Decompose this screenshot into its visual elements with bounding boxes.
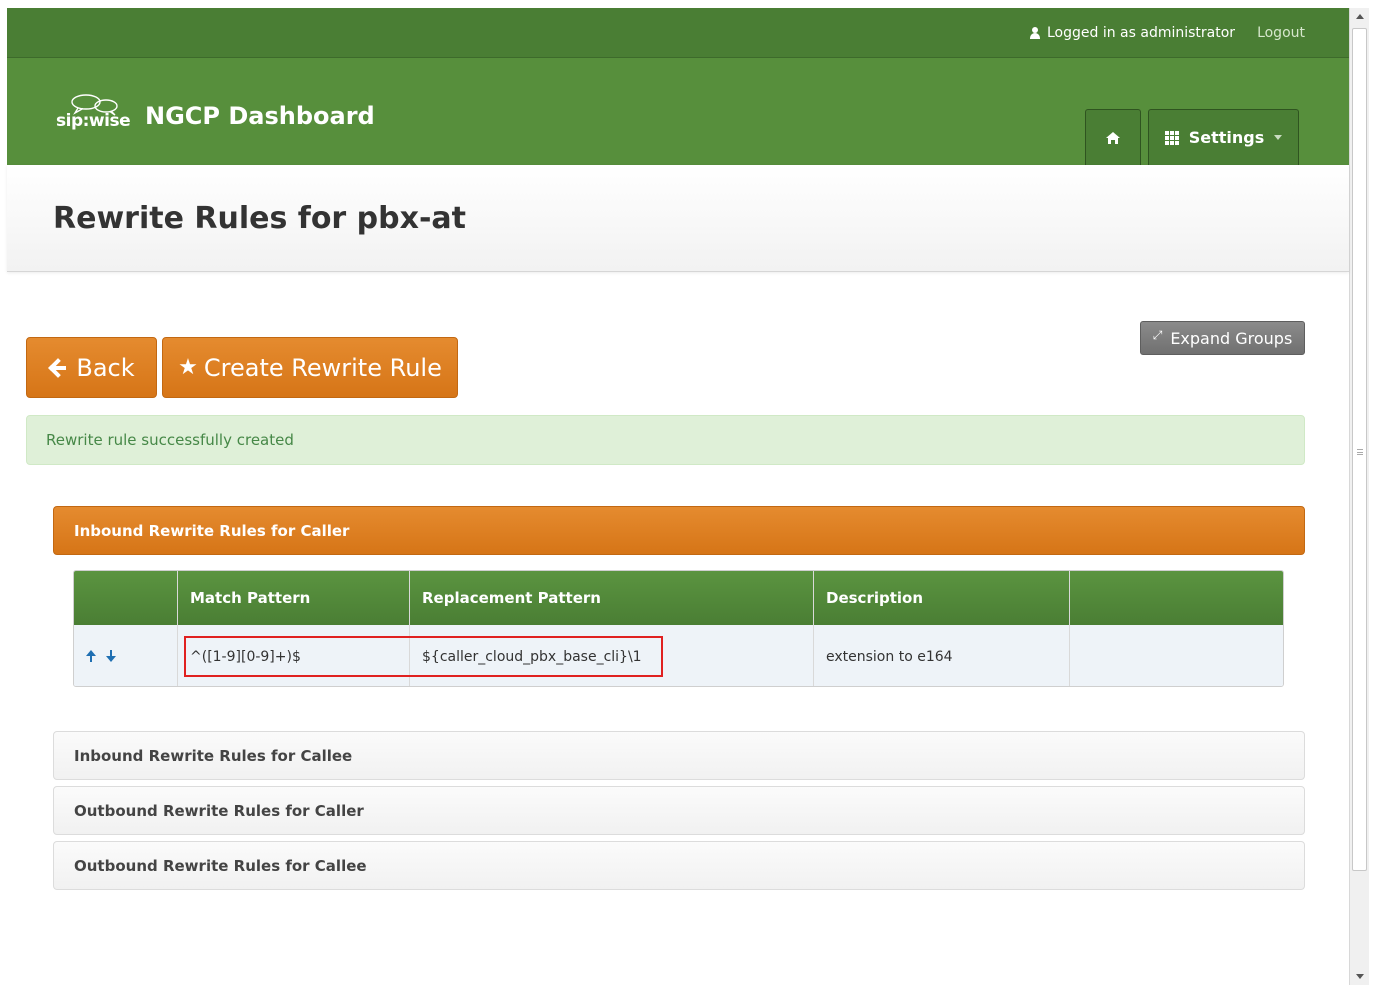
star-icon: ★ bbox=[178, 354, 198, 380]
group-title: Inbound Rewrite Rules for Caller bbox=[74, 521, 350, 540]
group-header-inbound-caller[interactable]: Inbound Rewrite Rules for Caller bbox=[53, 506, 1305, 555]
group-title: Outbound Rewrite Rules for Callee bbox=[74, 856, 367, 875]
expand-groups-button[interactable]: ⤢ Expand Groups bbox=[1140, 321, 1305, 355]
grip-icon bbox=[1357, 449, 1363, 455]
column-header-actions bbox=[74, 571, 178, 625]
user-icon bbox=[1029, 27, 1041, 39]
caret-down-icon bbox=[1274, 135, 1283, 140]
group-header-outbound-callee[interactable]: Outbound Rewrite Rules for Callee bbox=[53, 841, 1305, 890]
sipwise-logo[interactable]: sip:wise bbox=[56, 91, 141, 131]
logged-in-label: Logged in as administrator bbox=[1046, 25, 1236, 41]
logout-link[interactable]: Logout bbox=[1257, 25, 1305, 41]
page-header: Rewrite Rules for pbx-at bbox=[7, 165, 1349, 272]
page-title: Rewrite Rules for pbx-at bbox=[53, 201, 466, 236]
description-cell: extension to e164 bbox=[814, 625, 1070, 686]
window-scrollbar[interactable] bbox=[1349, 8, 1369, 985]
highlight-annotation-box bbox=[184, 636, 663, 677]
group-header-inbound-callee[interactable]: Inbound Rewrite Rules for Callee bbox=[53, 731, 1305, 780]
user-info: Logged in as administrator Logout bbox=[1029, 8, 1305, 58]
group-title: Outbound Rewrite Rules for Caller bbox=[74, 801, 364, 820]
alert-message: Rewrite rule successfully created bbox=[46, 431, 294, 449]
top-bar: Logged in as administrator Logout bbox=[7, 8, 1349, 58]
back-button[interactable]: Back bbox=[26, 337, 157, 398]
scroll-down-arrow-icon[interactable] bbox=[1353, 969, 1367, 983]
create-button-label: Create Rewrite Rule bbox=[203, 353, 442, 382]
grid-icon bbox=[1164, 130, 1179, 145]
success-alert: Rewrite rule successfully created bbox=[26, 415, 1305, 465]
home-icon bbox=[1106, 131, 1120, 144]
column-header-description[interactable]: Description bbox=[814, 571, 1070, 625]
row-move-cell bbox=[74, 625, 178, 686]
scroll-up-arrow-icon[interactable] bbox=[1353, 10, 1367, 24]
move-down-icon[interactable] bbox=[106, 649, 116, 662]
expand-button-label: Expand Groups bbox=[1170, 328, 1293, 348]
column-header-replacement-pattern[interactable]: Replacement Pattern bbox=[410, 571, 814, 625]
settings-menu-button[interactable]: Settings bbox=[1148, 109, 1299, 165]
back-button-label: Back bbox=[76, 353, 135, 382]
brand-bar: sip:wise NGCP Dashboard Settings bbox=[7, 58, 1349, 165]
arrow-left-icon bbox=[48, 359, 68, 377]
group-header-outbound-caller[interactable]: Outbound Rewrite Rules for Caller bbox=[53, 786, 1305, 835]
table-header-row: Match Pattern Replacement Pattern Descri… bbox=[74, 571, 1283, 625]
group-title: Inbound Rewrite Rules for Callee bbox=[74, 746, 353, 765]
scrollbar-thumb[interactable] bbox=[1352, 28, 1367, 871]
row-actions-cell bbox=[1070, 625, 1283, 686]
expand-icon: ⤢ bbox=[1152, 327, 1163, 342]
logo-text: sip:wise bbox=[56, 111, 131, 131]
move-up-icon[interactable] bbox=[86, 649, 96, 662]
column-header-match-pattern[interactable]: Match Pattern bbox=[178, 571, 410, 625]
column-header-empty bbox=[1070, 571, 1283, 625]
settings-label: Settings bbox=[1188, 128, 1265, 147]
home-button[interactable] bbox=[1085, 109, 1141, 165]
create-rewrite-rule-button[interactable]: ★ Create Rewrite Rule bbox=[162, 337, 458, 398]
brand-title[interactable]: NGCP Dashboard bbox=[145, 102, 375, 130]
